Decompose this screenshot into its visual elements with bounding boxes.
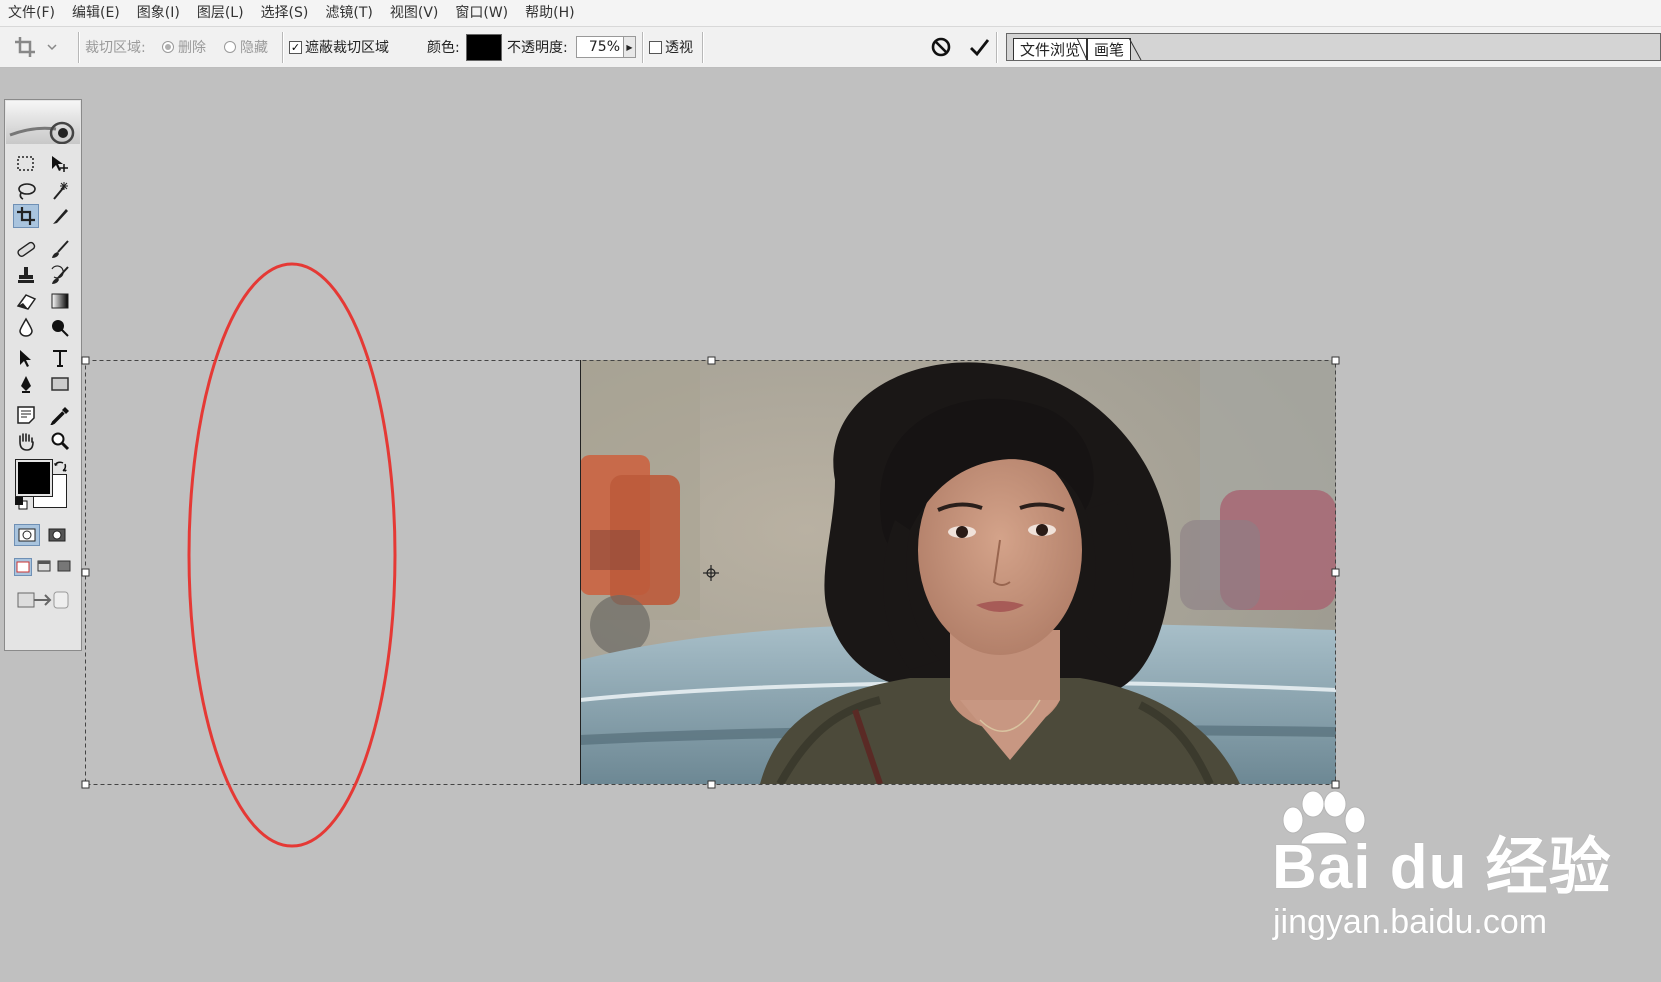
watermark-logo-text: Bai du 经验 xyxy=(1272,833,1612,902)
crop-handle-top-right xyxy=(1331,356,1340,365)
crop-handle-top xyxy=(707,356,716,365)
crop-handle-bottom-right xyxy=(1331,780,1340,789)
watermark-url: jingyan.baidu.com xyxy=(1273,903,1548,941)
crop-handle-right xyxy=(1331,568,1340,577)
crop-handle-bottom-left xyxy=(81,780,90,789)
crop-handle-left xyxy=(81,568,90,577)
crop-handle-bottom xyxy=(707,780,716,789)
crop-handle-top-left xyxy=(81,356,90,365)
crop-center-icon xyxy=(703,565,719,581)
annotation-ellipse xyxy=(187,262,397,848)
